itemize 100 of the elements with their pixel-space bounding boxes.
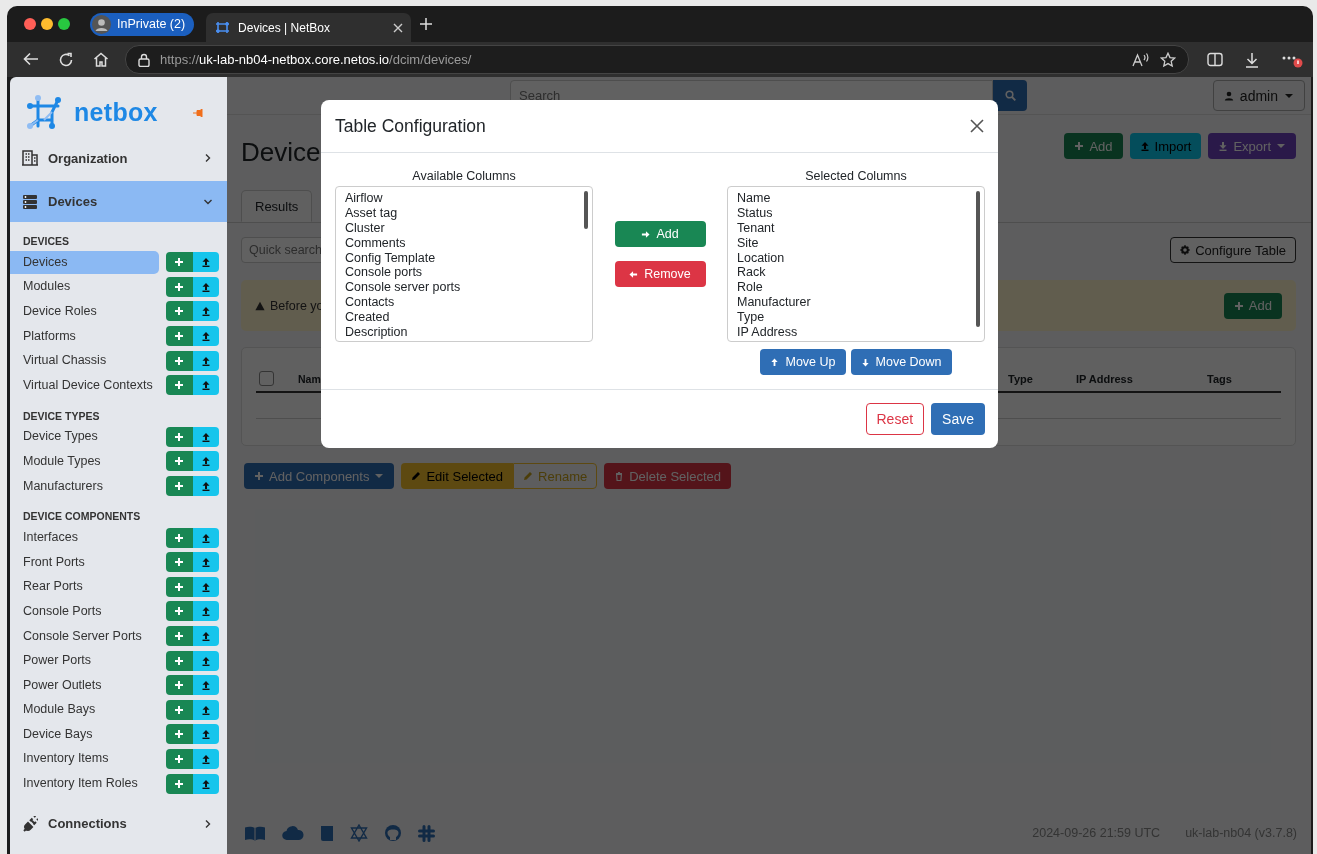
close-icon[interactable] — [970, 119, 984, 133]
import-button[interactable] — [192, 375, 219, 396]
nav-link[interactable]: Inventory Items — [10, 747, 159, 771]
add-button[interactable] — [166, 476, 193, 497]
list-option[interactable]: Name — [728, 191, 984, 206]
import-button[interactable] — [192, 699, 219, 720]
nav-link[interactable]: Virtual Device Contexts — [10, 373, 159, 397]
profile-button[interactable]: InPrivate (2) — [90, 12, 195, 36]
nav-link[interactable]: Console Server Ports — [10, 624, 159, 648]
add-button[interactable] — [166, 675, 193, 696]
add-button[interactable] — [166, 426, 193, 447]
nav-link[interactable]: Power Outlets — [10, 673, 159, 697]
nav-link[interactable]: Interfaces — [10, 526, 159, 550]
add-button[interactable] — [166, 252, 193, 273]
list-option[interactable]: Site — [728, 235, 984, 251]
star-icon[interactable] — [1160, 51, 1176, 68]
add-button[interactable] — [166, 601, 193, 622]
split-screen-icon[interactable] — [1207, 52, 1223, 67]
list-option[interactable]: Rack — [728, 265, 984, 281]
list-option[interactable]: Asset tag — [336, 205, 592, 221]
list-option[interactable]: Comments — [336, 235, 592, 251]
import-button[interactable] — [192, 675, 219, 696]
import-button[interactable] — [192, 576, 219, 597]
column-listbox[interactable]: Name Status Tenant Site Location Rack Role Manufacturer Type IP Address — [727, 186, 985, 342]
list-option[interactable]: Description — [336, 325, 592, 340]
import-button[interactable] — [192, 350, 219, 371]
move-down-button[interactable]: Move Down — [850, 349, 952, 375]
nav-link[interactable]: Manufacturers — [10, 474, 159, 498]
back-icon[interactable] — [23, 51, 39, 66]
import-button[interactable] — [192, 276, 219, 297]
import-button[interactable] — [192, 552, 219, 573]
import-button[interactable] — [192, 476, 219, 497]
list-option[interactable]: Contacts — [336, 295, 592, 311]
add-button[interactable] — [166, 326, 193, 347]
list-option[interactable]: Cluster — [336, 220, 592, 236]
add-button[interactable] — [166, 301, 193, 322]
move-up-button[interactable]: Move Up — [760, 349, 846, 375]
import-button[interactable] — [192, 724, 219, 745]
select-all-checkbox[interactable] — [259, 371, 274, 386]
add-button[interactable] — [166, 276, 193, 297]
import-button[interactable] — [192, 527, 219, 548]
nav-link[interactable]: Devices — [10, 250, 159, 274]
menu-header[interactable]: Organization — [10, 140, 227, 176]
download-icon[interactable] — [1245, 51, 1259, 68]
add-button[interactable] — [166, 724, 193, 745]
nav-link[interactable]: Rear Ports — [10, 575, 159, 599]
close-window-icon[interactable] — [24, 18, 36, 30]
list-option[interactable]: Status — [728, 205, 984, 221]
list-option[interactable]: Created — [336, 310, 592, 325]
maximize-window-icon[interactable] — [58, 18, 70, 30]
import-button[interactable] — [192, 426, 219, 447]
add-button[interactable] — [166, 576, 193, 597]
list-option[interactable]: Airflow — [336, 191, 592, 206]
minimize-window-icon[interactable] — [41, 18, 53, 30]
add-button[interactable] — [166, 350, 193, 371]
list-option[interactable]: Type — [728, 310, 984, 325]
nav-link[interactable]: Front Ports — [10, 550, 159, 574]
plus-icon[interactable] — [419, 17, 434, 31]
add-button[interactable] — [166, 626, 193, 646]
add-button[interactable] — [166, 650, 193, 671]
home-icon[interactable] — [93, 51, 109, 67]
list-option[interactable]: Console ports — [336, 265, 592, 281]
nav-link[interactable]: Inventory Item Roles — [10, 772, 159, 796]
nav-link[interactable]: Device Roles — [10, 300, 159, 323]
add-button[interactable] — [166, 773, 193, 794]
add-button[interactable] — [166, 749, 193, 769]
list-option[interactable]: Config Template — [336, 250, 592, 266]
browser-tab[interactable]: Devices | NetBox — [206, 13, 412, 42]
list-option[interactable]: IP Address — [728, 325, 984, 340]
add-button[interactable]: Add — [614, 221, 706, 247]
add-button[interactable] — [166, 451, 193, 472]
add-button[interactable] — [166, 552, 193, 573]
reload-icon[interactable] — [58, 51, 74, 68]
add-button[interactable] — [166, 375, 193, 396]
import-button[interactable] — [192, 626, 219, 646]
menu-header[interactable]: Connections — [10, 805, 227, 842]
search-button[interactable] — [993, 80, 1027, 111]
list-option[interactable]: Console server ports — [336, 280, 592, 296]
import-button[interactable] — [192, 601, 219, 622]
import-button[interactable] — [192, 326, 219, 347]
nav-link[interactable]: Module Bays — [10, 698, 159, 722]
remove-button[interactable]: Remove — [614, 261, 706, 287]
add-button[interactable] — [166, 699, 193, 720]
menu-header[interactable]: Devices — [10, 181, 227, 222]
nav-link[interactable]: Device Types — [10, 425, 159, 449]
read-aloud-icon[interactable] — [1132, 52, 1150, 67]
import-button[interactable] — [192, 451, 219, 472]
nav-link[interactable]: Virtual Chassis — [10, 349, 159, 373]
import-button[interactable] — [192, 749, 219, 769]
list-option[interactable]: Tenant — [728, 220, 984, 236]
list-option[interactable]: Manufacturer — [728, 295, 984, 311]
import-button[interactable] — [192, 650, 219, 671]
column-listbox[interactable]: Airflow Asset tag Cluster Comments Config Template Console ports Console server ports Contacts Created Description — [335, 186, 593, 342]
nav-link[interactable]: Module Types — [10, 449, 159, 473]
nav-link[interactable]: Device Bays — [10, 722, 159, 746]
reset-button[interactable]: Reset — [865, 403, 925, 435]
scrollbar-thumb[interactable] — [976, 191, 980, 327]
nav-link[interactable]: Platforms — [10, 324, 159, 348]
list-option[interactable]: Location — [728, 250, 984, 266]
save-button[interactable]: Save — [931, 403, 985, 435]
